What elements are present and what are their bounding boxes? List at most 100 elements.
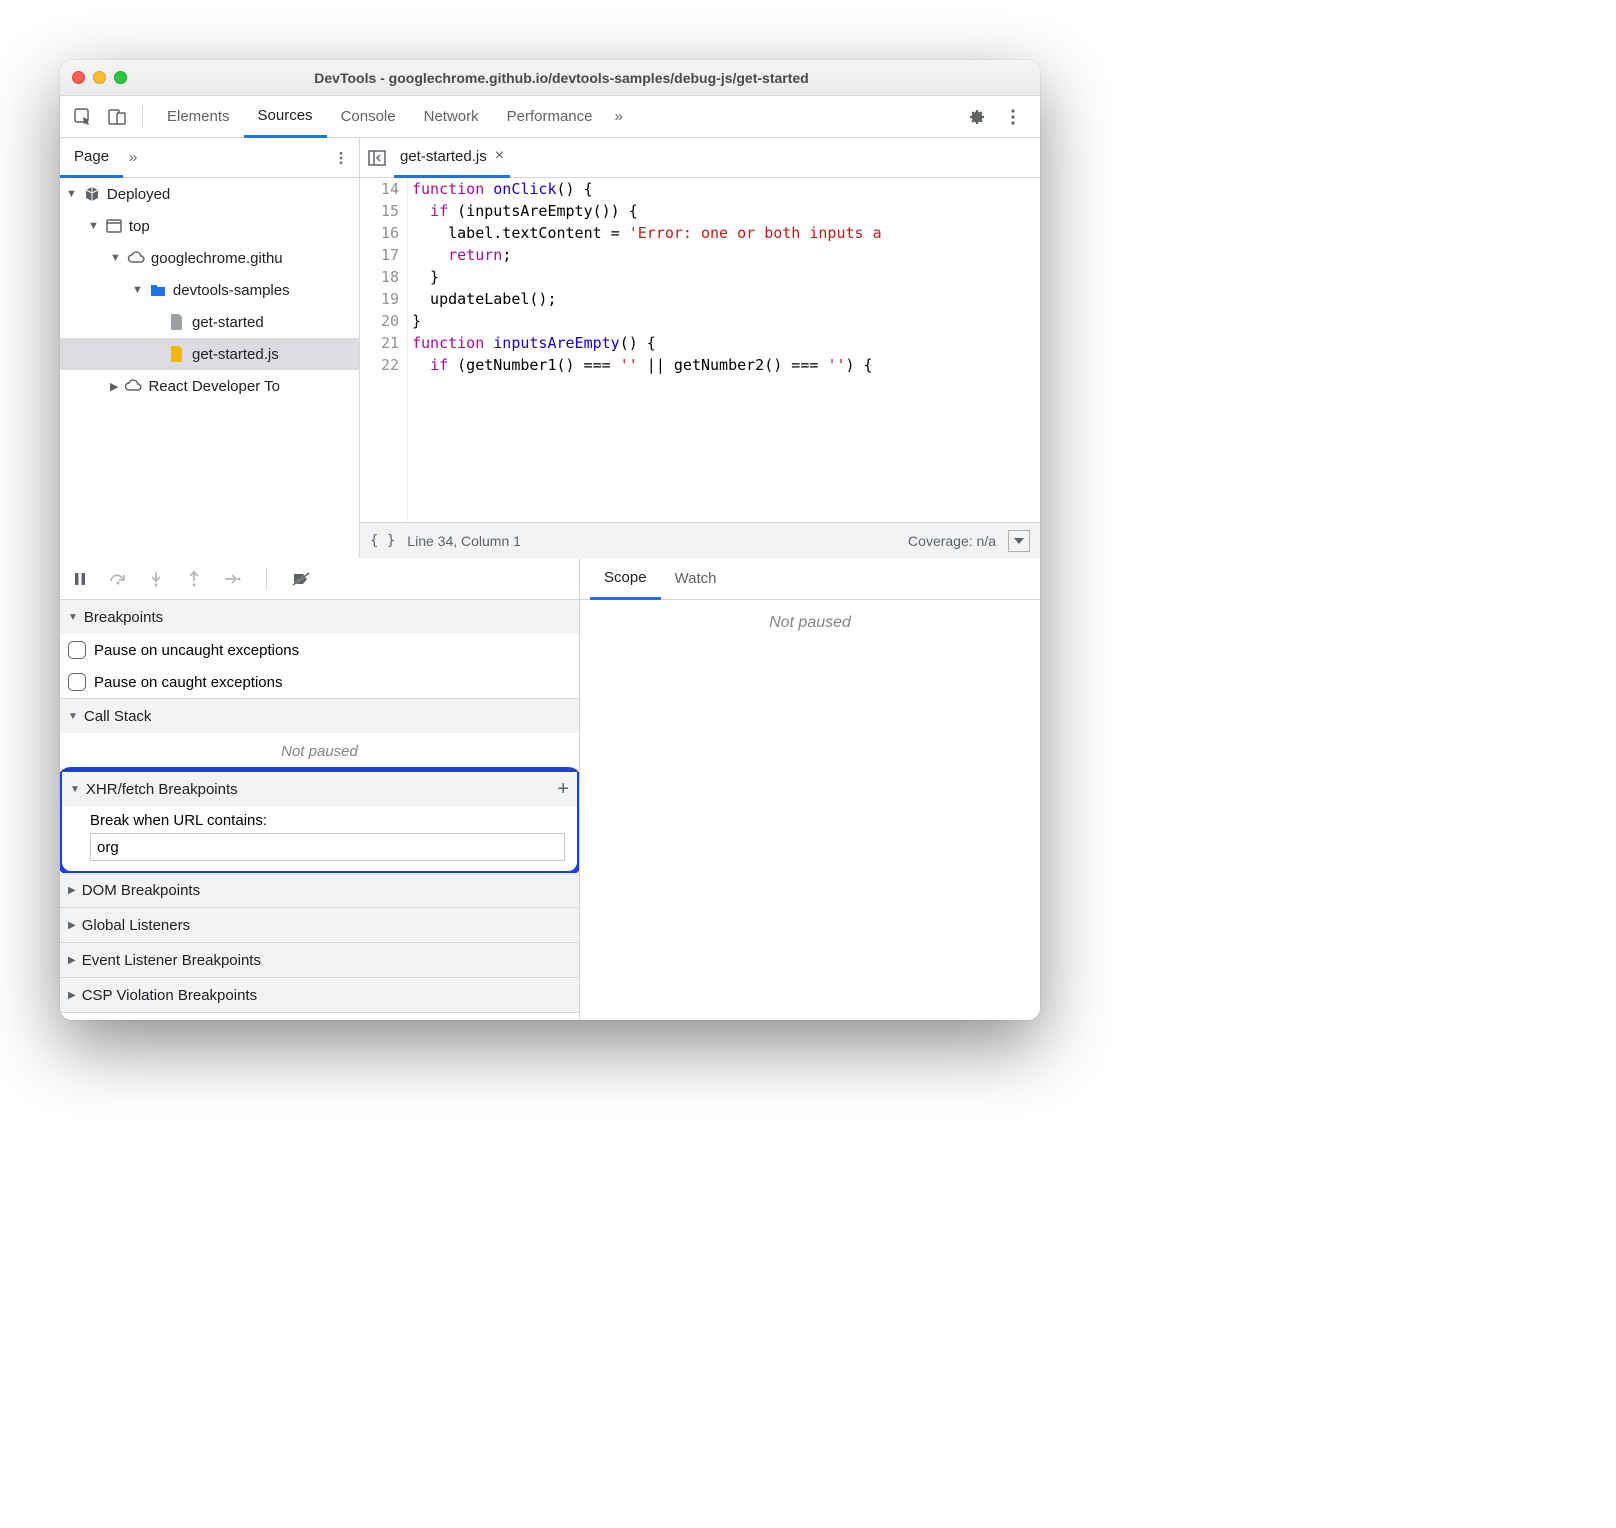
deactivate-breakpoints-icon[interactable] — [291, 571, 311, 587]
page-tab[interactable]: Page — [60, 138, 123, 178]
tree-react-ext[interactable]: ▶ React Developer To — [60, 370, 359, 402]
tree-top[interactable]: ▼ top — [60, 210, 359, 242]
xhr-input-label: Break when URL contains: — [90, 812, 565, 829]
code-area[interactable]: function onClick() { if (inputsAreEmpty(… — [408, 178, 1040, 522]
tree-label: React Developer To — [148, 378, 279, 395]
call-stack-header[interactable]: ▼Call Stack — [60, 699, 579, 733]
scope-watch-tabs: Scope Watch — [580, 558, 1040, 599]
cloud-icon — [127, 249, 145, 267]
debugger-panels: ▼Breakpoints Pause on uncaught exception… — [60, 600, 1040, 1020]
cloud-icon — [124, 377, 142, 395]
tree-file-html[interactable]: get-started — [60, 306, 359, 338]
xhr-breakpoints-section: ▼XHR/fetch Breakpoints + Break when URL … — [62, 772, 577, 871]
titlebar: DevTools - googlechrome.github.io/devtoo… — [60, 60, 1040, 96]
dom-breakpoints-section: ▶DOM Breakpoints — [60, 873, 579, 908]
debugger-divider — [266, 568, 267, 590]
navigator-sidebar: Page » ▼ Deployed ▼ top ▼ — [60, 138, 360, 558]
maximize-window-button[interactable] — [114, 71, 127, 84]
checkbox-icon[interactable] — [68, 673, 86, 691]
global-listeners-section: ▶Global Listeners — [60, 908, 579, 943]
kebab-menu-icon[interactable] — [998, 102, 1028, 132]
pause-uncaught-row[interactable]: Pause on uncaught exceptions — [60, 634, 579, 666]
editor-tabs: get-started.js × — [360, 138, 1040, 178]
minimize-window-button[interactable] — [93, 71, 106, 84]
tree-label: get-started.js — [192, 346, 279, 363]
window-title: DevTools - googlechrome.github.io/devtoo… — [135, 70, 1028, 86]
checkbox-icon[interactable] — [68, 641, 86, 659]
tree-label: devtools-samples — [173, 282, 290, 299]
add-xhr-breakpoint-icon[interactable]: + — [557, 778, 569, 801]
cube-icon — [83, 185, 101, 203]
more-tabs-button[interactable]: » — [607, 96, 631, 138]
devtools-window: DevTools - googlechrome.github.io/devtoo… — [60, 60, 1040, 1020]
csp-violation-breakpoints-header[interactable]: ▶CSP Violation Breakpoints — [60, 978, 579, 1012]
file-tree: ▼ Deployed ▼ top ▼ googlechrome.githu ▼ — [60, 178, 359, 558]
call-stack-not-paused: Not paused — [60, 733, 579, 769]
cursor-position: Line 34, Column 1 — [407, 533, 521, 549]
scope-tab[interactable]: Scope — [590, 558, 661, 600]
frame-icon — [105, 217, 123, 235]
tab-network[interactable]: Network — [410, 96, 493, 138]
xhr-breakpoints-header[interactable]: ▼XHR/fetch Breakpoints + — [62, 772, 577, 806]
toolbar-divider — [142, 106, 143, 128]
tree-deployed[interactable]: ▼ Deployed — [60, 178, 359, 210]
tab-sources[interactable]: Sources — [244, 96, 327, 138]
sources-panel: Page » ▼ Deployed ▼ top ▼ — [60, 138, 1040, 558]
settings-icon[interactable] — [962, 102, 992, 132]
close-tab-icon[interactable]: × — [495, 147, 504, 165]
tree-label: top — [129, 218, 150, 235]
xhr-url-input[interactable] — [90, 833, 565, 861]
navigator-tabs: Page » — [60, 138, 359, 178]
toggle-sidebar-icon[interactable] — [368, 149, 386, 167]
document-icon — [168, 313, 186, 331]
tree-file-js[interactable]: get-started.js — [60, 338, 359, 370]
debugger-controls — [60, 558, 580, 599]
close-window-button[interactable] — [72, 71, 85, 84]
tree-label: get-started — [192, 314, 264, 331]
line-gutter: 141516171819202122 — [360, 178, 408, 522]
editor-statusbar: { } Line 34, Column 1 Coverage: n/a — [360, 522, 1040, 558]
breakpoint-panels: ▼Breakpoints Pause on uncaught exception… — [60, 600, 580, 1020]
navigator-menu-icon[interactable] — [323, 150, 359, 166]
editor-tab-label: get-started.js — [400, 148, 487, 165]
step-over-icon[interactable] — [108, 572, 128, 586]
tree-label: Deployed — [107, 186, 170, 203]
editor-pane: get-started.js × 141516171819202122 func… — [360, 138, 1040, 558]
global-listeners-header[interactable]: ▶Global Listeners — [60, 908, 579, 942]
watch-tab[interactable]: Watch — [661, 570, 731, 587]
main-toolbar: Elements Sources Console Network Perform… — [60, 96, 1040, 138]
call-stack-section: ▼Call Stack Not paused — [60, 699, 579, 770]
breakpoints-section: ▼Breakpoints Pause on uncaught exception… — [60, 600, 579, 699]
traffic-lights — [72, 71, 127, 84]
debugger-toolbar-row: Scope Watch — [60, 558, 1040, 600]
dom-breakpoints-header[interactable]: ▶DOM Breakpoints — [60, 873, 579, 907]
csp-violation-breakpoints-section: ▶CSP Violation Breakpoints — [60, 978, 579, 1013]
tree-folder[interactable]: ▼ devtools-samples — [60, 274, 359, 306]
device-mode-icon[interactable] — [102, 102, 132, 132]
editor-tab-get-started-js[interactable]: get-started.js × — [394, 138, 510, 178]
tab-console[interactable]: Console — [327, 96, 410, 138]
coverage-status: Coverage: n/a — [908, 533, 996, 549]
pretty-print-icon[interactable]: { } — [370, 533, 395, 549]
show-drawer-icon[interactable] — [1008, 530, 1030, 552]
inspect-element-icon[interactable] — [68, 102, 98, 132]
event-listener-breakpoints-section: ▶Event Listener Breakpoints — [60, 943, 579, 978]
folder-icon — [149, 281, 167, 299]
scope-not-paused: Not paused — [580, 600, 1040, 1020]
step-into-icon[interactable] — [146, 571, 166, 587]
code-editor[interactable]: 141516171819202122 function onClick() { … — [360, 178, 1040, 522]
step-icon[interactable] — [222, 572, 242, 586]
event-listener-breakpoints-header[interactable]: ▶Event Listener Breakpoints — [60, 943, 579, 977]
panel-tabs: Elements Sources Console Network Perform… — [153, 96, 958, 138]
js-file-icon — [168, 345, 186, 363]
tab-elements[interactable]: Elements — [153, 96, 244, 138]
xhr-section-highlight: ▼XHR/fetch Breakpoints + Break when URL … — [60, 767, 580, 876]
tab-performance[interactable]: Performance — [493, 96, 607, 138]
tree-origin[interactable]: ▼ googlechrome.githu — [60, 242, 359, 274]
navigator-more-tabs[interactable]: » — [129, 149, 137, 166]
breakpoints-header[interactable]: ▼Breakpoints — [60, 600, 579, 634]
pause-caught-row[interactable]: Pause on caught exceptions — [60, 666, 579, 698]
tree-label: googlechrome.githu — [151, 250, 283, 267]
pause-icon[interactable] — [70, 572, 90, 586]
step-out-icon[interactable] — [184, 571, 204, 587]
